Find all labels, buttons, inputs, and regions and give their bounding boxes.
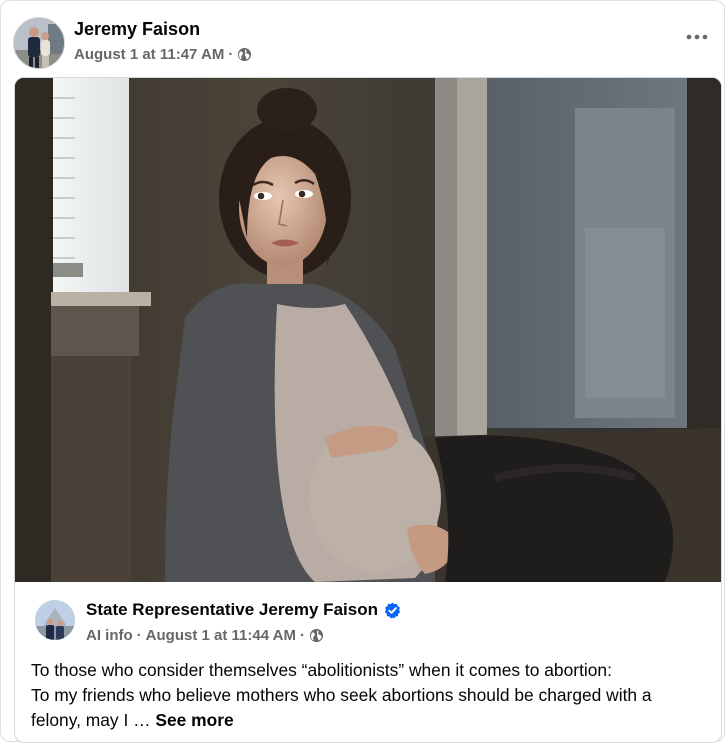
ai-info-link[interactable]: AI info [86,627,133,644]
shared-post-timestamp[interactable]: August 1 at 11:44 AM [146,627,296,644]
page-name-row: State Representative Jeremy Faison [86,600,401,620]
post-header: Jeremy Faison August 1 at 11:47 AM · [13,15,713,69]
meta-separator: · [299,627,305,644]
post-card: Jeremy Faison August 1 at 11:47 AM · Sta… [0,0,725,743]
photo-illustration [15,78,721,582]
shared-post-header: State Representative Jeremy Faison AI in… [35,596,705,646]
globe-icon[interactable] [237,47,252,62]
meta-separator: · [136,627,142,644]
page-avatar-image [35,600,75,640]
page-name[interactable]: State Representative Jeremy Faison [86,600,378,620]
avatar-image [14,18,64,68]
post-body-line: To my friends who believe mothers who se… [31,683,711,733]
shared-post-meta: AI info · August 1 at 11:44 AM · [86,627,324,644]
post-body-line: To those who consider themselves “abolit… [31,660,612,680]
meta-separator: · [228,46,234,63]
globe-icon[interactable] [309,628,324,643]
page-avatar[interactable] [35,600,75,640]
post-meta: August 1 at 11:47 AM · [74,46,252,63]
more-options-icon[interactable] [681,23,713,51]
post-photo[interactable] [15,78,721,582]
shared-post[interactable]: State Representative Jeremy Faison AI in… [14,77,722,743]
post-timestamp[interactable]: August 1 at 11:47 AM [74,46,224,63]
post-body-text: To my friends who believe mothers who se… [31,685,652,705]
verified-badge-icon [384,602,401,619]
post-body-text: felony, may I … [31,710,156,730]
author-name[interactable]: Jeremy Faison [74,19,200,40]
see-more-link[interactable]: See more [155,710,233,730]
post-body: To those who consider themselves “abolit… [31,658,711,733]
author-avatar[interactable] [13,17,65,69]
